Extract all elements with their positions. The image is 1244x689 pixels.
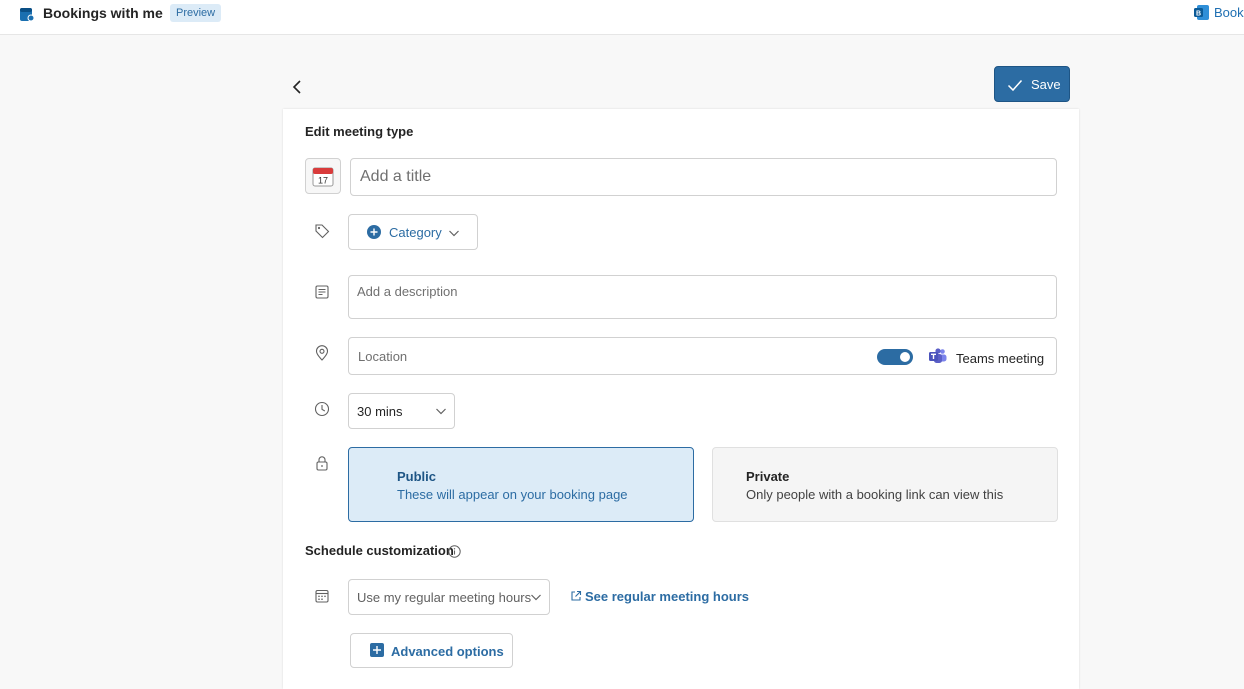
category-label: Category bbox=[389, 225, 442, 240]
location-input[interactable] bbox=[350, 339, 850, 373]
teams-meeting-toggle[interactable] bbox=[877, 349, 913, 365]
toggle-knob bbox=[900, 352, 910, 362]
location-pin-icon bbox=[315, 345, 329, 361]
open-external-icon bbox=[571, 590, 582, 601]
advanced-options-label: Advanced options bbox=[391, 644, 504, 659]
public-subtitle: These will appear on your booking page bbox=[397, 487, 628, 502]
bookings-link-label: Book bbox=[1214, 5, 1244, 20]
description-input[interactable] bbox=[348, 275, 1057, 319]
bookings-logo-icon: B bbox=[1194, 5, 1209, 20]
chevron-down-icon bbox=[436, 408, 446, 415]
lock-icon bbox=[316, 456, 328, 471]
top-bar: Bookings with me Preview B Book bbox=[0, 0, 1244, 35]
teams-meeting-label: Teams meeting bbox=[956, 351, 1045, 366]
title-input[interactable] bbox=[350, 158, 1057, 196]
chevron-down-icon bbox=[449, 230, 459, 237]
svg-text:B: B bbox=[1196, 11, 1201, 18]
section-title-edit: Edit meeting type bbox=[305, 124, 414, 139]
public-title: Public bbox=[397, 469, 437, 484]
calendar-emoji-icon: 17 bbox=[312, 167, 334, 187]
see-regular-hours-link[interactable]: See regular meeting hours bbox=[570, 589, 749, 604]
info-icon[interactable] bbox=[448, 545, 461, 558]
private-title: Private bbox=[746, 469, 790, 484]
location-field: Teams meeting bbox=[348, 337, 1057, 375]
advanced-options-button[interactable]: Advanced options bbox=[350, 633, 513, 668]
tag-icon bbox=[315, 224, 330, 239]
chevron-left-icon bbox=[292, 80, 301, 94]
bookings-app-icon bbox=[20, 8, 35, 22]
duration-dropdown[interactable]: 30 mins bbox=[348, 393, 455, 429]
meeting-hours-value: Use my regular meeting hours bbox=[357, 590, 532, 605]
bookings-app-link[interactable]: B Book bbox=[1194, 5, 1244, 20]
svg-text:17: 17 bbox=[318, 176, 328, 186]
private-subtitle: Only people with a booking link can view… bbox=[746, 487, 1004, 502]
visibility-private-option[interactable]: Private Only people with a booking link … bbox=[712, 447, 1058, 522]
duration-value: 30 mins bbox=[357, 404, 403, 419]
clock-icon bbox=[314, 401, 330, 417]
add-circle-icon bbox=[367, 225, 381, 239]
save-label: Save bbox=[1031, 77, 1061, 92]
section-title-schedule: Schedule customization bbox=[305, 543, 454, 558]
checkmark-icon bbox=[1007, 79, 1023, 92]
see-regular-hours-label: See regular meeting hours bbox=[585, 589, 749, 604]
preview-badge: Preview bbox=[170, 4, 222, 22]
back-button[interactable] bbox=[289, 78, 307, 96]
app-title: Bookings with me bbox=[43, 5, 163, 21]
description-icon bbox=[315, 285, 329, 299]
calendar-icon-button[interactable]: 17 bbox=[305, 158, 341, 194]
teams-icon bbox=[929, 348, 947, 363]
meeting-hours-dropdown[interactable]: Use my regular meeting hours bbox=[348, 579, 550, 615]
edit-meeting-panel: Edit meeting type 17 Category bbox=[283, 109, 1079, 689]
add-square-icon bbox=[370, 643, 384, 657]
chevron-down-icon bbox=[531, 594, 541, 601]
visibility-public-option[interactable]: Public These will appear on your booking… bbox=[348, 447, 694, 522]
category-dropdown[interactable]: Category bbox=[348, 214, 478, 250]
calendar-icon bbox=[315, 589, 329, 603]
save-button[interactable]: Save bbox=[994, 66, 1070, 102]
